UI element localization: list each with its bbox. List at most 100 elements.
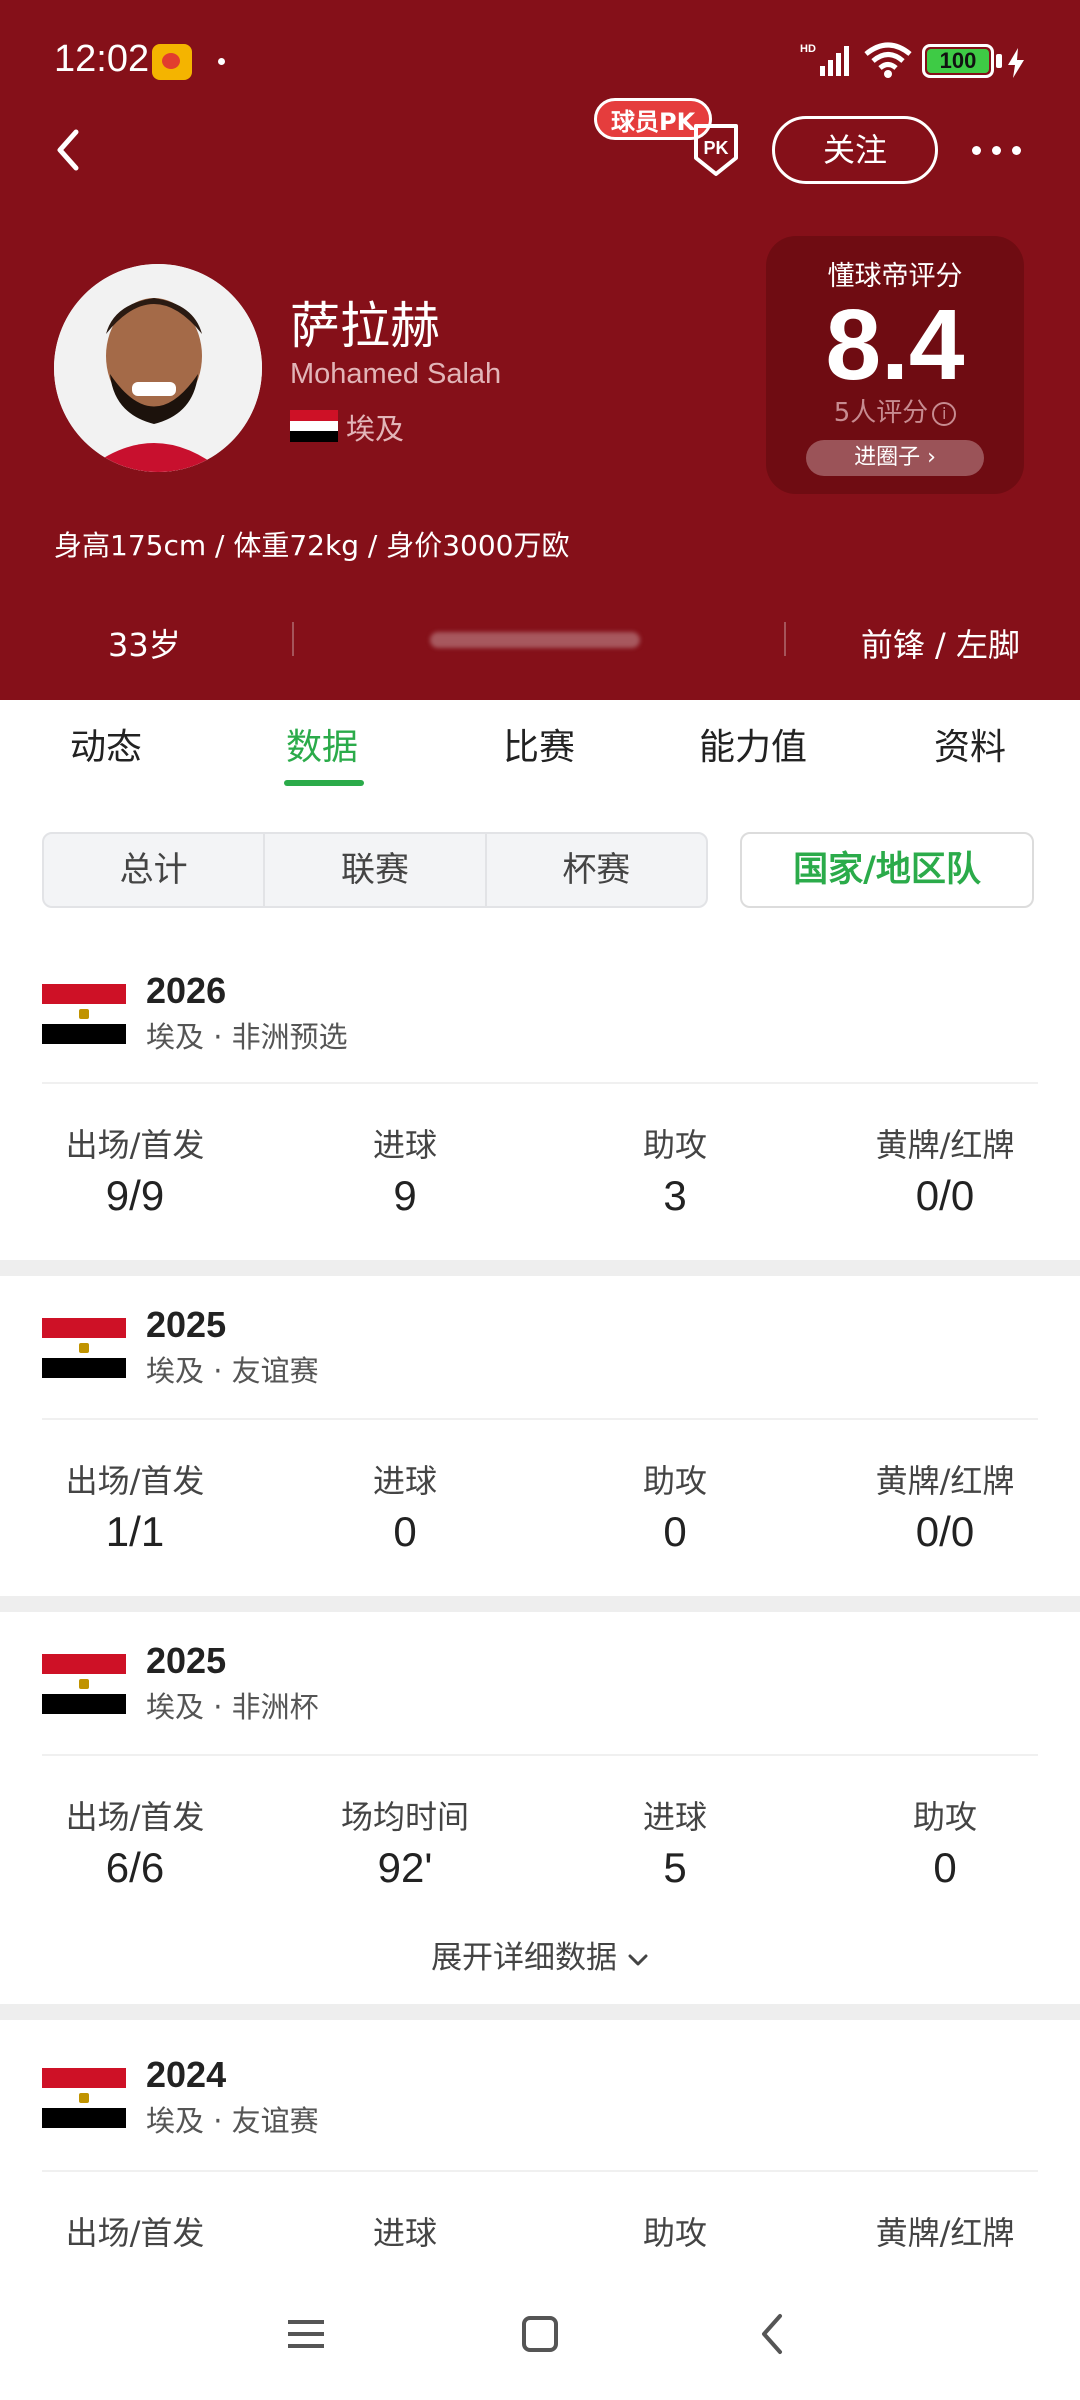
tab-ability[interactable]: 能力值 [699,718,807,770]
stat-cell: 进球 9 [270,1120,540,1220]
battery-level: 100 [939,48,977,73]
rating-score: 8.4 [825,289,965,401]
charging-icon [1008,48,1024,78]
stat-cell: 黄牌/红牌 [810,2208,1080,2254]
wifi-icon [864,42,912,78]
stat-label: 出场/首发 [65,1798,205,1836]
join-circle-label: 进圈子 [854,445,921,470]
tab-matches[interactable]: 比赛 [503,718,575,770]
stat-value: 6/6 [105,1844,165,1891]
competition-name: 埃及 · 非洲杯 [146,1690,319,1724]
stat-value: 3 [663,1172,687,1219]
tab-news[interactable]: 动态 [70,718,142,770]
rating-count: 5人评分 [833,398,929,428]
stat-label: 出场/首发 [65,2214,205,2252]
egypt-flag-icon [42,2068,126,2128]
stats-section: 2025 埃及 · 非洲杯 出场/首发 6/6 场均时间 92' 进球 5 助攻… [0,1612,1080,2004]
section-separator [0,2004,1080,2020]
stat-label: 进球 [642,1798,707,1836]
nav-back-icon[interactable] [750,2310,798,2358]
stat-cell: 场均时间 92' [270,1792,540,1892]
tab-stats[interactable]: 数据 [286,718,358,770]
player-name-en: Mohamed Salah [290,358,502,390]
stat-label: 出场/首发 [65,1126,205,1164]
body-info: 身高175cm / 体重72kg / 身价3000万欧 [54,529,570,562]
lfc-logo: LFC [230,447,257,463]
section-divider [42,2170,1038,2172]
season-year: 2025 [146,1304,227,1345]
section-divider [42,1754,1038,1756]
stat-label: 助攻 [642,2214,707,2252]
filter-total[interactable]: 总计 [44,834,266,906]
back-icon[interactable] [48,118,88,182]
stat-cell: 助攻 0 [810,1792,1080,1892]
stat-label: 黄牌/红牌 [875,1462,1015,1500]
stat-label: 黄牌/红牌 [875,2214,1015,2252]
stat-cell: 助攻 0 [540,1456,810,1556]
stat-label: 助攻 [642,1462,707,1500]
stat-label: 进球 [372,2214,437,2252]
season-year: 2024 [146,2054,227,2095]
system-navigation-bar [0,2270,1080,2400]
section-separator [0,1260,1080,1276]
notification-dot-icon [218,58,225,65]
section-separator [0,1596,1080,1612]
meta-divider [784,622,786,656]
weibo-notification-icon [152,44,192,80]
competition-filter-group: 总计 联赛 杯赛 [42,832,708,908]
follow-button[interactable]: 关注 [772,116,938,184]
filter-league[interactable]: 联赛 [265,834,487,906]
stat-cell: 助攻 [540,2208,810,2254]
player-meta-row: 33岁 前锋 / 左脚 [0,610,1080,670]
pk-icon-label: PK [703,138,728,158]
section-divider [42,1418,1038,1420]
profile-tabs: 动态 数据 比赛 能力值 资料 [0,700,1080,792]
chevron-right-icon: › [927,445,936,470]
more-icon[interactable] [968,140,1024,160]
home-icon[interactable] [516,2310,564,2358]
stat-cell: 出场/首发 6/6 [0,1792,270,1892]
stat-cell: 出场/首发 [0,2208,270,2254]
tab-active-indicator [284,780,364,786]
filter-cup[interactable]: 杯赛 [487,834,706,906]
stat-cell: 进球 5 [540,1792,810,1892]
competition-name: 埃及 · 非洲预选 [146,1020,348,1054]
expand-details-button[interactable]: 展开详细数据 [0,1932,1080,1977]
stat-value: 0 [393,1508,417,1555]
stat-value: 1/1 [105,1508,165,1555]
player-name-cn: 萨拉赫 [290,297,440,355]
stat-label: 助攻 [642,1126,707,1164]
signal-icon: HD [800,43,849,76]
competition-name: 埃及 · 友谊赛 [146,2104,319,2138]
egypt-flag-icon [42,1318,126,1378]
pk-icon[interactable]: PK [690,120,742,178]
stat-value: 9/9 [105,1172,165,1219]
filter-national-team[interactable]: 国家/地区队 [740,832,1034,908]
stat-value: 0/0 [915,1172,975,1219]
tab-profile[interactable]: 资料 [934,718,1006,770]
stat-value: 0 [663,1508,687,1555]
stat-value: 9 [393,1172,417,1219]
stat-value: 0 [933,1844,957,1891]
battery-icon: 100 [922,44,994,78]
player-photo: LFC [54,264,262,472]
stat-cell: 进球 0 [270,1456,540,1556]
info-icon[interactable]: i [932,401,957,426]
stat-cell: 进球 [270,2208,540,2254]
expand-details-label: 展开详细数据 [431,1940,618,1976]
stat-cell: 出场/首发 1/1 [0,1456,270,1556]
stat-label: 进球 [372,1126,437,1164]
menu-icon[interactable] [282,2310,330,2358]
stats-section: 2026 埃及 · 非洲预选 出场/首发 9/9 进球 9 助攻 3 黄牌/红牌… [0,944,1080,1260]
stat-cell: 助攻 3 [540,1120,810,1220]
join-circle-button[interactable]: 进圈子 › [806,440,984,476]
player-avatar: LFC [54,264,262,472]
egypt-flag-icon [290,410,338,442]
stat-label: 场均时间 [340,1798,469,1836]
egypt-flag-icon [42,1654,126,1714]
stats-section: 2025 埃及 · 友谊赛 出场/首发 1/1 进球 0 助攻 0 黄牌/红牌 … [0,1276,1080,1596]
stat-label: 助攻 [912,1798,977,1836]
stat-label: 进球 [372,1462,437,1500]
meta-divider [292,622,294,656]
stats-section: 2024 埃及 · 友谊赛 出场/首发 进球 助攻 黄牌/红牌 [0,2020,1080,2270]
